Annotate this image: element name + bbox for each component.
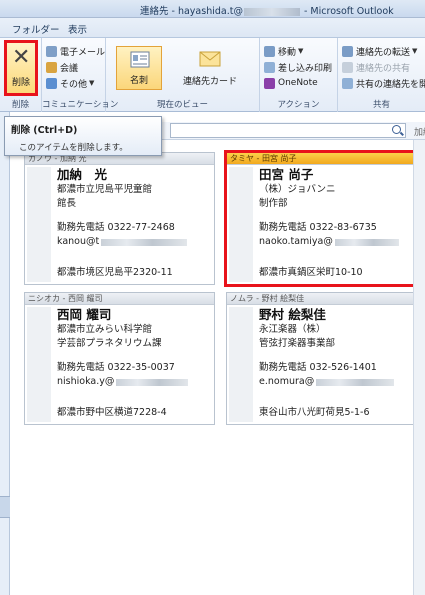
card-body: 西岡 耀司 都濃市立みらい科学館 学芸部プラネタリウム課 勤務先電話 0322-… [57, 307, 212, 389]
contact-name: 西岡 耀司 [57, 307, 112, 322]
contact-card-selected[interactable]: タミヤ - 田宮 尚子 田宮 尚子 （株）ジョバンニ 制作部 勤務先電話 032… [224, 150, 421, 287]
tab-folder[interactable]: フォルダー [12, 22, 60, 36]
contact-email: kanou@t [57, 235, 212, 249]
contact-card[interactable]: ニシオカ - 西岡 耀司 西岡 耀司 都濃市立みらい科学館 学芸部プラネタリウム… [24, 292, 215, 425]
contact-email: nishioka.y@ [57, 375, 212, 389]
view-group: 名刺 連絡先カード 現在のビュー [106, 38, 260, 112]
contact-company: 都濃市立児島平児童館 [57, 184, 153, 195]
contact-name: 田宮 尚子 [259, 167, 314, 182]
contact-department: 制作部 [259, 198, 288, 209]
dropdown-arrow-icon: ▼ [412, 47, 418, 55]
redacted-email [116, 378, 189, 386]
onenote-icon [264, 77, 275, 89]
communication-group: 電子メール 会議 その他 ▼ コミュニケーション [42, 38, 118, 112]
action-group: 移動 ▼ 差し込み印刷 OneNote アクション [260, 38, 338, 112]
meeting-button[interactable]: 会議 [46, 60, 78, 74]
other-button[interactable]: その他 ▼ [46, 76, 94, 90]
contact-card[interactable]: カノウ - 加納 光 加納 光 都濃市立児島平児童館 館長 勤務先電話 0322… [24, 152, 215, 285]
contact-phone: 勤務先電話 032-526-1401 [259, 362, 377, 373]
meeting-icon [46, 61, 57, 73]
contact-company: （株）ジョバンニ [259, 184, 336, 195]
forward-contact-icon [342, 45, 353, 57]
delete-tooltip: 削除 (Ctrl+D) このアイテムを削除します。 [4, 116, 162, 156]
open-shared-contacts-icon [342, 77, 353, 89]
tab-view[interactable]: 表示 [68, 22, 87, 36]
card-photo-strip [27, 307, 51, 422]
contact-address: 都濃市境区児島平2320-11 [57, 267, 173, 278]
title-bar: 連絡先 - hayashida.t@ - Microsoft Outlook [0, 0, 425, 18]
delete-group: ✕ 削除 削除 [0, 38, 42, 112]
envelope-icon [199, 51, 221, 67]
contact-phone: 勤務先電話 0322-35-0037 [57, 362, 175, 373]
dropdown-arrow-icon: ▼ [298, 47, 304, 55]
card-photo-strip [229, 167, 253, 282]
contact-email: e.nomura@ [259, 375, 414, 389]
business-card-view-button[interactable]: 名刺 [116, 46, 162, 90]
contact-card[interactable]: ノムラ - 野村 絵梨佳 野村 絵梨佳 永江楽器（株） 管弦打楽器事業部 勤務先… [226, 292, 417, 425]
business-card-icon [130, 51, 150, 68]
share-contacts-icon [342, 61, 353, 73]
tooltip-description: このアイテムを削除します。 [19, 143, 128, 153]
contact-company: 都濃市立みらい科学館 [57, 324, 153, 335]
email-icon [46, 45, 57, 57]
contact-address: 都濃市野中区横道7228-4 [57, 407, 167, 418]
navigation-pane-selected-item[interactable] [0, 496, 10, 518]
contact-name: 野村 絵梨佳 [259, 307, 326, 322]
onenote-button[interactable]: OneNote [264, 76, 318, 90]
ribbon-tabs: フォルダー 表示 [0, 18, 425, 38]
email-button[interactable]: 電子メール [46, 44, 105, 58]
card-photo-strip [27, 167, 51, 282]
contact-email: naoko.tamiya@ [259, 235, 416, 249]
contact-phone: 勤務先電話 0322-77-2468 [57, 222, 175, 233]
navigation-pane[interactable] [0, 112, 10, 595]
search-more-contacts[interactable]: 加納 [414, 125, 425, 138]
delete-button[interactable]: ✕ 削除 [4, 40, 38, 96]
contact-department: 管弦打楽器事業部 [259, 338, 336, 349]
contact-card-view-button[interactable]: 連絡先カード [170, 46, 250, 90]
tooltip-title: 削除 (Ctrl+D) [11, 125, 78, 136]
move-button[interactable]: 移動 ▼ [264, 44, 303, 58]
more-icon [46, 77, 57, 89]
delete-icon: ✕ [12, 45, 31, 70]
ribbon: ✕ 削除 削除 電子メール 会議 その他 ▼ コミュニケーション 名刺 連絡先カ… [0, 38, 425, 112]
card-body: 野村 絵梨佳 永江楽器（株） 管弦打楽器事業部 勤務先電話 032-526-14… [259, 307, 414, 389]
card-photo-strip [229, 307, 253, 422]
forward-contact-button[interactable]: 連絡先の転送 ▼ [342, 44, 417, 58]
contact-address: 都濃市真鍋区栄町10-10 [259, 267, 363, 278]
window-title: 連絡先 - hayashida.t@ - Microsoft Outlook [140, 6, 394, 17]
contact-company: 永江楽器（株） [259, 324, 326, 335]
card-header: タミヤ - 田宮 尚子 [227, 153, 418, 165]
dropdown-arrow-icon: ▼ [89, 79, 95, 87]
search-input[interactable] [170, 123, 406, 138]
card-body: 田宮 尚子 （株）ジョバンニ 制作部 勤務先電話 0322-83-6735 na… [259, 167, 416, 249]
contacts-view: カノウ - 加納 光 加納 光 都濃市立児島平児童館 館長 勤務先電話 0322… [10, 140, 421, 595]
search-icon[interactable] [392, 125, 401, 134]
contact-address: 東谷山市八光町荷見5-1-6 [259, 407, 370, 418]
card-header: ノムラ - 野村 絵梨佳 [227, 293, 416, 305]
card-header: ニシオカ - 西岡 耀司 [25, 293, 214, 305]
redacted-email [334, 238, 399, 246]
contact-department: 学芸部プラネタリウム課 [57, 338, 162, 349]
redacted-email [316, 378, 395, 386]
redacted-email [243, 7, 300, 16]
contact-name: 加納 光 [57, 167, 108, 182]
mail-merge-button[interactable]: 差し込み印刷 [264, 60, 332, 74]
share-group: 連絡先の転送 ▼ 連絡先の共有 共有の連絡先を開 共有 [338, 38, 425, 112]
mail-merge-icon [264, 61, 275, 73]
redacted-email [101, 238, 188, 246]
vertical-scrollbar[interactable] [413, 140, 425, 595]
contact-department: 館長 [57, 198, 77, 209]
share-contacts-button[interactable]: 連絡先の共有 [342, 60, 410, 74]
contact-phone: 勤務先電話 0322-83-6735 [259, 222, 377, 233]
move-icon [264, 45, 275, 57]
open-shared-contacts-button[interactable]: 共有の連絡先を開 [342, 76, 425, 90]
card-body: 加納 光 都濃市立児島平児童館 館長 勤務先電話 0322-77-2468 ka… [57, 167, 212, 249]
